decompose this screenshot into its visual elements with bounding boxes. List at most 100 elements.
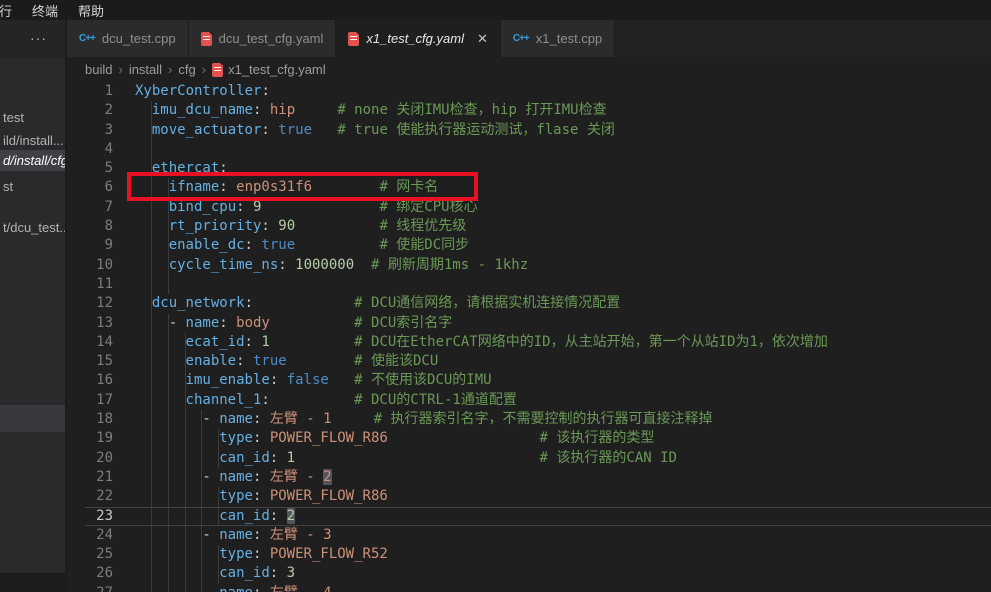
indent-guide <box>135 468 152 487</box>
line-number: 22 <box>67 487 113 506</box>
line-number: 8 <box>67 217 113 236</box>
token <box>332 411 374 427</box>
indent-guide <box>135 178 152 197</box>
breadcrumb-segment[interactable]: build <box>85 62 112 77</box>
indent-guide <box>152 507 169 526</box>
sidebar-list-item[interactable]: test <box>3 110 24 125</box>
line-number: 7 <box>67 198 113 217</box>
token: - <box>202 411 219 427</box>
code-line[interactable]: 2imu_dcu_name: hip # none 关闭IMU检查，hip 打开… <box>67 101 991 120</box>
code-line[interactable]: 14ecat_id: 1 # DCU在EtherCAT网络中的ID，从主站开始，… <box>67 333 991 352</box>
code-line[interactable]: 7bind_cpu: 9 # 绑定CPU核心 <box>67 198 991 217</box>
code-line[interactable]: 27- name: 左臂 - 4 <box>67 584 991 592</box>
indent-guide <box>152 429 169 448</box>
code-line[interactable]: 24- name: 左臂 - 3 <box>67 526 991 545</box>
close-icon[interactable]: ✕ <box>477 31 488 47</box>
line-number: 21 <box>67 468 113 487</box>
code-line[interactable]: 10cycle_time_ns: 1000000 # 刷新周期1ms - 1kh… <box>67 256 991 275</box>
breadcrumb-segment[interactable]: cfg <box>178 62 195 77</box>
token: 左臂 - 3 <box>270 527 332 543</box>
cpp-icon: C++ <box>79 33 95 44</box>
token: 90 <box>278 218 295 234</box>
code-line[interactable]: 19type: POWER_FLOW_R86 # 该执行器的类型 <box>67 429 991 448</box>
code-line[interactable]: 1XyberController: <box>67 82 991 101</box>
code-line[interactable]: 18- name: 左臂 - 1 # 执行器索引名字，不需要控制的执行器可直接注… <box>67 410 991 429</box>
code-line[interactable]: 5ethercat: <box>67 159 991 178</box>
code-line[interactable]: 15enable: true # 使能该DCU <box>67 352 991 371</box>
token <box>278 372 286 388</box>
code-line[interactable]: 23can_id: 2 <box>67 507 991 526</box>
tab-x1_test.cpp[interactable]: C++x1_test.cpp <box>501 20 615 57</box>
menu-item[interactable]: 终端 <box>24 1 66 20</box>
code-line-content: type: POWER_FLOW_R52 <box>135 545 388 564</box>
code-line[interactable]: 17channel_1: # DCU的CTRL-1通道配置 <box>67 391 991 410</box>
token: move_actuator <box>152 122 262 138</box>
menu-item[interactable]: 行 <box>0 1 20 20</box>
code-line[interactable]: 4 <box>67 140 991 159</box>
indent-guide <box>135 487 152 506</box>
indent-guide <box>152 391 169 410</box>
tab-x1_test_cfg.yaml[interactable]: x1_test_cfg.yaml✕ <box>336 20 500 57</box>
code-line[interactable]: 20can_id: 1 # 该执行器的CAN ID <box>67 449 991 468</box>
indent-guide <box>169 391 186 410</box>
line-number: 5 <box>67 159 113 178</box>
code-line[interactable]: 13- name: body # DCU索引名字 <box>67 314 991 333</box>
menu-item[interactable]: 帮助 <box>70 1 112 20</box>
token: # 网卡名 <box>379 179 438 195</box>
indent-guide <box>186 564 203 583</box>
code-line[interactable]: 26can_id: 3 <box>67 564 991 583</box>
indent-guide <box>135 391 152 410</box>
code-line-content: move_actuator: true # true 使能执行器运动测试，fla… <box>135 121 615 140</box>
code-line[interactable]: 12dcu_network: # DCU通信网络，请根据实机连接情况配置 <box>67 294 991 313</box>
indent-guide <box>169 564 186 583</box>
code-line[interactable]: 11 <box>67 275 991 294</box>
token: : <box>270 450 278 466</box>
breadcrumb-file[interactable]: x1_test_cfg.yaml <box>212 62 326 77</box>
code-line[interactable]: 22 type: POWER_FLOW_R86 <box>67 487 991 506</box>
line-number: 20 <box>67 449 113 468</box>
code-line[interactable]: 9enable_dc: true # 使能DC同步 <box>67 236 991 255</box>
code-line[interactable]: 21- name: 左臂 - 2 <box>67 468 991 487</box>
code-line[interactable]: 16imu_enable: false # 不使用该DCU的IMU <box>67 371 991 390</box>
line-number: 17 <box>67 391 113 410</box>
code-line-content: type: POWER_FLOW_R86 <box>135 487 388 506</box>
indent-guide <box>202 449 219 468</box>
code-line-content: XyberController: <box>135 82 270 101</box>
breadcrumb-segment[interactable]: install <box>129 62 162 77</box>
indent-guide <box>135 449 152 468</box>
indent-guide <box>135 140 152 159</box>
sidebar-list-item[interactable]: ild/install... <box>3 133 64 148</box>
token: POWER_FLOW_R86 <box>270 488 388 504</box>
indent-guide <box>186 410 203 429</box>
code-line[interactable]: 25type: POWER_FLOW_R52 <box>67 545 991 564</box>
token <box>270 392 354 408</box>
token <box>295 450 539 466</box>
tab-label: x1_test.cpp <box>536 31 603 46</box>
token: : <box>261 218 269 234</box>
token: 左臂 - <box>270 469 323 485</box>
tab-dcu_test_cfg.yaml[interactable]: dcu_test_cfg.yaml <box>189 20 337 57</box>
sidebar-list-item[interactable]: d/install/cfg <box>0 150 67 171</box>
more-actions-icon[interactable]: ··· <box>30 30 47 46</box>
indent-guide <box>152 564 169 583</box>
indent-guide <box>152 468 169 487</box>
code-line[interactable]: 3move_actuator: true # true 使能执行器运动测试，fl… <box>67 121 991 140</box>
indent-guide <box>152 526 169 545</box>
line-number: 16 <box>67 371 113 390</box>
breadcrumb-separator-icon: › <box>202 62 206 77</box>
code-editor[interactable]: 1XyberController:2imu_dcu_name: hip # no… <box>67 82 991 592</box>
indent-guide <box>186 429 203 448</box>
token: : <box>261 122 269 138</box>
tab-dcu_test.cpp[interactable]: C++dcu_test.cpp <box>67 20 189 57</box>
line-number: 23 <box>67 507 113 526</box>
sidebar-list-item[interactable]: st <box>3 179 13 194</box>
token: name <box>219 585 253 592</box>
code-line-content: type: POWER_FLOW_R86 # 该执行器的类型 <box>135 429 654 448</box>
sidebar-list-item[interactable]: t/dcu_test... <box>3 220 67 235</box>
indent-guide <box>152 545 169 564</box>
token: POWER_FLOW_R52 <box>270 546 388 562</box>
code-line[interactable]: 6ifname: enp0s31f6 # 网卡名 <box>67 178 991 197</box>
tab-label: dcu_test_cfg.yaml <box>219 31 324 46</box>
indent-guide <box>186 449 203 468</box>
code-line[interactable]: 8rt_priority: 90 # 线程优先级 <box>67 217 991 236</box>
